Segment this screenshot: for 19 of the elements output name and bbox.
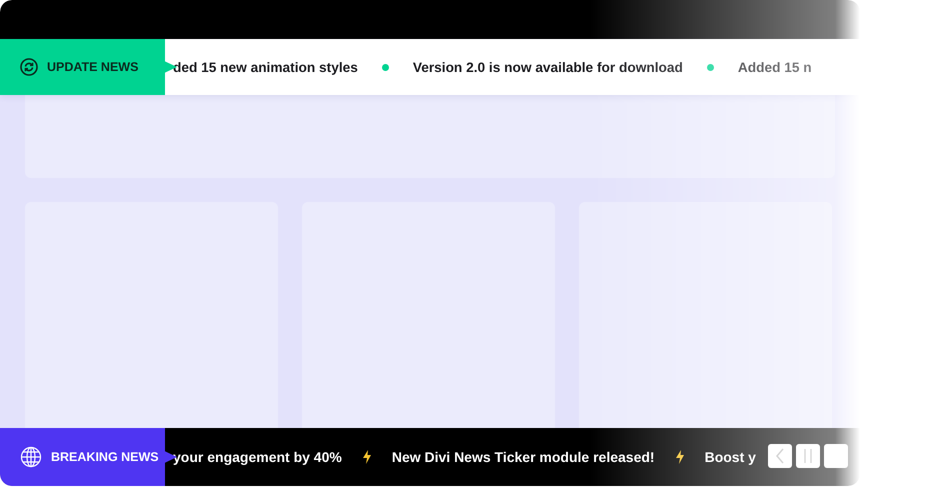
separator-dot (706, 64, 714, 70)
previous-button[interactable] (768, 444, 792, 468)
ticker-item[interactable]: Boost y (704, 449, 756, 465)
ticker-item[interactable]: ded 15 new animation styles (173, 60, 358, 74)
refresh-icon (20, 58, 38, 76)
ticker-title: BREAKING NEWS (51, 450, 159, 464)
ticker-item[interactable]: Added 15 n (738, 60, 812, 74)
chevron-left-icon (775, 448, 785, 464)
pause-button[interactable] (796, 444, 820, 468)
pause-icon (803, 449, 813, 463)
lightning-icon (360, 449, 373, 465)
ticker-item[interactable]: Version 2.0 is now available for download (412, 60, 683, 74)
globe-icon (20, 446, 42, 468)
ticker-item[interactable]: New Divi News Ticker module released! (392, 449, 655, 465)
separator-dot (382, 64, 389, 70)
next-button[interactable] (824, 444, 848, 468)
ticker-item[interactable]: your engagement by 40% (173, 449, 342, 465)
lightning-icon (674, 449, 686, 465)
ticker-title: UPDATE NEWS (47, 60, 138, 74)
